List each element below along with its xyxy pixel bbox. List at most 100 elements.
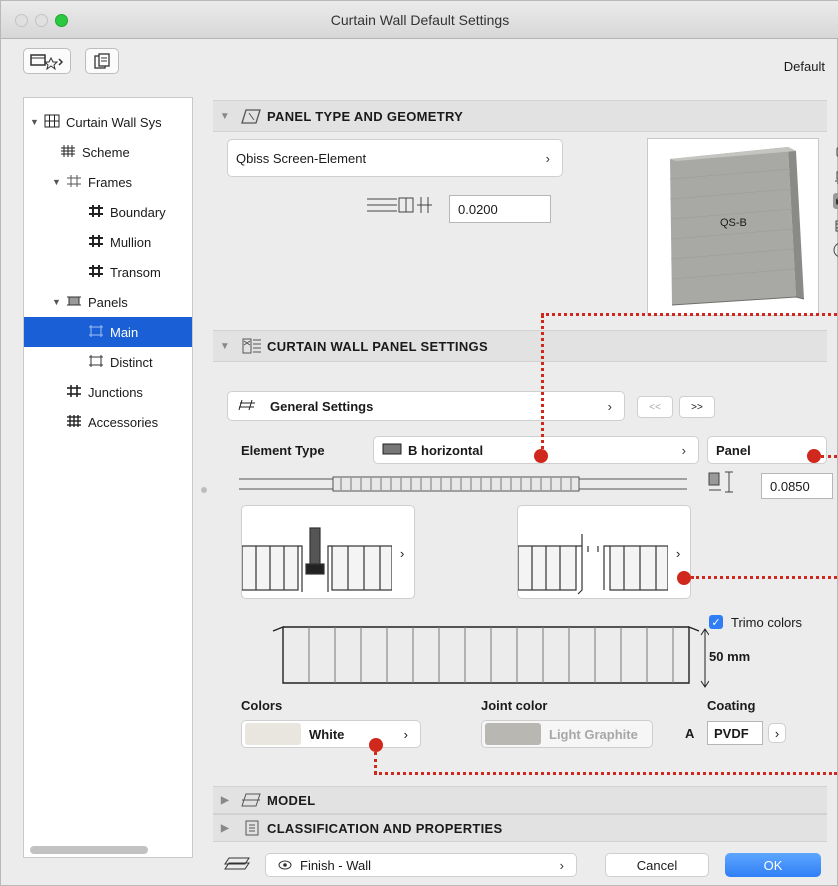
tree-item-frames[interactable]: ▼ Frames — [52, 167, 132, 197]
collapsed-arrow-icon[interactable]: ▶ — [213, 823, 237, 834]
transfer-settings-button[interactable] — [85, 48, 119, 74]
tree-item-accessories[interactable]: Accessories — [64, 407, 158, 437]
trimo-colors-checkbox[interactable]: ✓ — [709, 615, 723, 629]
panel-depth-field[interactable]: 0.0850 — [761, 473, 833, 499]
tree-item-junctions[interactable]: Junctions — [64, 377, 143, 407]
model-icon — [237, 792, 267, 808]
thickness-field[interactable]: 0.0200 — [449, 195, 551, 223]
cancel-button[interactable]: Cancel — [605, 853, 709, 877]
settings-page-value: General Settings — [270, 398, 374, 414]
chevron-right-icon: › — [676, 546, 681, 561]
joint-color-select[interactable]: Light Graphite — [481, 720, 653, 748]
panel-icon — [86, 324, 106, 341]
tree-item-label: Curtain Wall Sys — [66, 114, 162, 130]
chevron-right-icon: › — [774, 725, 780, 741]
splitter-handle[interactable] — [201, 487, 207, 493]
annotation-leader — [541, 313, 837, 316]
annotation-marker — [369, 738, 383, 752]
section-view-icon[interactable] — [833, 169, 838, 185]
previous-page-button[interactable]: << — [637, 396, 673, 418]
color-select[interactable]: White › — [241, 720, 421, 748]
expanded-arrow-icon[interactable]: ▼ — [30, 117, 42, 127]
tree-item-scheme[interactable]: Scheme — [58, 137, 130, 167]
tree-item-curtain-wall-system[interactable]: ▼ Curtain Wall Sys — [30, 107, 162, 137]
tree-item-main[interactable]: Main — [24, 317, 192, 347]
default-label: Default — [783, 59, 825, 74]
tree-item-label: Distinct — [110, 354, 153, 370]
panel-section-strip-image — [239, 473, 691, 498]
panel-type-section-header[interactable]: ▼ PANEL TYPE AND GEOMETRY — [213, 100, 827, 132]
layer-select[interactable]: Finish - Wall › — [265, 853, 577, 877]
tree-item-boundary[interactable]: Boundary — [86, 197, 166, 227]
annotation-leader — [374, 752, 377, 774]
tree-item-label: Mullion — [110, 234, 152, 250]
info-icon[interactable] — [833, 242, 838, 258]
tree-item-label: Main — [110, 324, 139, 340]
section-title: PANEL TYPE AND GEOMETRY — [267, 108, 464, 124]
frames-icon — [64, 174, 84, 191]
panels-icon — [64, 294, 84, 311]
thickness-label: 50 mm — [709, 649, 751, 664]
ok-button[interactable]: OK — [725, 853, 821, 877]
annotation-leader — [374, 772, 837, 775]
section-title: CURTAIN WALL PANEL SETTINGS — [267, 338, 488, 354]
scheme-icon — [58, 144, 78, 161]
panel-type-value: Qbiss Screen-Element — [236, 150, 367, 166]
tree-item-mullion[interactable]: Mullion — [86, 227, 151, 257]
layer-icon — [223, 855, 253, 876]
next-page-button[interactable]: >> — [679, 396, 715, 418]
model-section-header[interactable]: ▶ MODEL — [213, 786, 827, 814]
transfer-settings-icon — [94, 53, 110, 69]
element-type-icon — [382, 443, 402, 458]
curtain-wall-icon — [42, 114, 62, 131]
expanded-arrow-icon[interactable]: ▼ — [52, 297, 64, 307]
panel-preview: QS-B — [647, 138, 819, 316]
tree-item-distinct[interactable]: Distinct — [86, 347, 153, 377]
accessories-icon — [64, 414, 84, 431]
elevation-view-icon[interactable] — [833, 218, 838, 234]
settings-main-area: ▼ PANEL TYPE AND GEOMETRY Qbiss Screen-E… — [213, 94, 838, 858]
left-joint-detail-image — [241, 527, 393, 592]
annotation-marker — [534, 449, 548, 463]
coating-prefix: A — [685, 726, 695, 741]
coating-picker-button[interactable]: › — [768, 723, 786, 743]
plan-view-icon[interactable] — [833, 144, 838, 160]
section-title: MODEL — [267, 792, 316, 808]
trimo-colors-label: Trimo colors — [731, 615, 803, 630]
expanded-arrow-icon[interactable]: ▼ — [213, 341, 237, 352]
junction-icon — [64, 384, 84, 401]
settings-tree[interactable]: ▼ Curtain Wall Sys Scheme ▼ Frames Bound… — [23, 97, 193, 858]
window-title: Curtain Wall Default Settings — [330, 12, 510, 28]
coating-label: Coating — [707, 698, 756, 713]
element-type-label: Element Type — [241, 443, 325, 458]
tree-item-transom[interactable]: Transom — [86, 257, 161, 287]
right-joint-detail-button[interactable]: › — [517, 505, 691, 599]
tree-item-label: Junctions — [88, 384, 143, 400]
element-type-value: B horizontal — [408, 442, 484, 458]
coating-field[interactable]: PVDF — [707, 721, 763, 745]
panel-depth-icon — [707, 470, 741, 499]
dialog-window: Curtain Wall Default Settings Default ▼ … — [0, 0, 838, 886]
annotation-marker — [807, 449, 821, 463]
classification-section-header[interactable]: ▶ CLASSIFICATION AND PROPERTIES — [213, 814, 827, 842]
sidebar-scrollbar[interactable] — [30, 846, 148, 854]
favorites-button[interactable] — [23, 48, 71, 74]
3d-view-icon[interactable] — [833, 193, 838, 209]
expanded-arrow-icon[interactable]: ▼ — [213, 111, 237, 122]
collapsed-arrow-icon[interactable]: ▶ — [213, 795, 237, 806]
joint-color-value: Light Graphite — [549, 726, 638, 742]
layer-value: Finish - Wall — [300, 857, 372, 873]
panel-type-select[interactable]: Qbiss Screen-Element › — [227, 139, 563, 177]
tree-item-label: Accessories — [88, 414, 159, 430]
colors-label: Colors — [241, 698, 283, 713]
settings-page-select[interactable]: General Settings › — [227, 391, 625, 421]
color-value: White — [309, 726, 345, 742]
expanded-arrow-icon[interactable]: ▼ — [52, 177, 64, 187]
tree-item-label: Transom — [110, 264, 161, 280]
left-joint-detail-button[interactable]: › — [241, 505, 415, 599]
chevron-right-icon: › — [403, 726, 408, 742]
panel-settings-section-header[interactable]: ▼ CURTAIN WALL PANEL SETTINGS — [213, 330, 827, 362]
classification-icon — [237, 820, 267, 836]
thickness-icon — [365, 195, 439, 218]
tree-item-panels[interactable]: ▼ Panels — [52, 287, 128, 317]
